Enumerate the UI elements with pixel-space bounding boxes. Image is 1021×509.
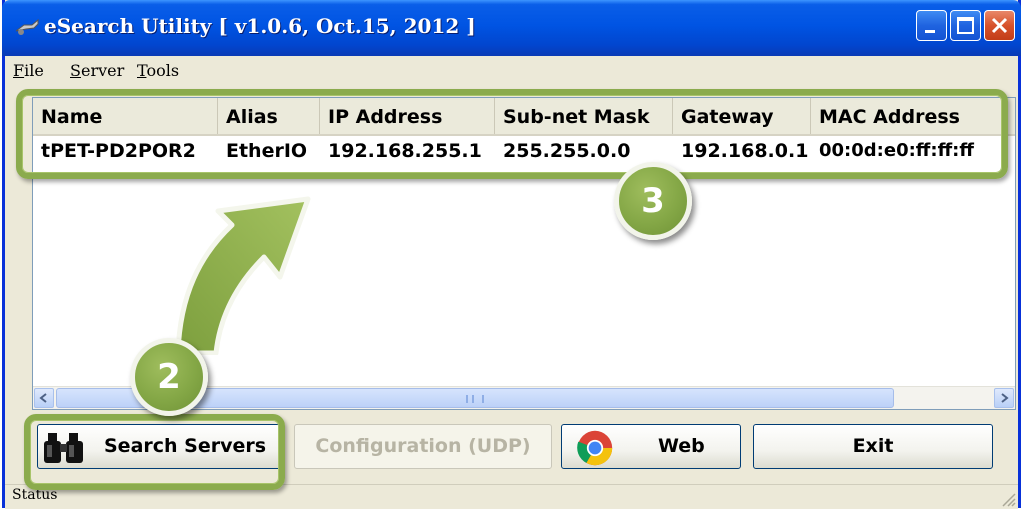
chrome-icon — [577, 430, 613, 466]
menu-server[interactable]: Server — [70, 61, 124, 80]
curved-arrow-icon — [175, 196, 311, 355]
web-button[interactable]: Web — [561, 424, 741, 469]
app-icon — [15, 18, 39, 35]
menu-file-accel: F — [13, 61, 25, 80]
scroll-grip — [466, 395, 484, 403]
scroll-right-button[interactable] — [994, 388, 1014, 408]
web-label: Web — [658, 435, 705, 457]
window-title: eSearch Utility [ v1.0.6, Oct.15, 2012 ] — [44, 14, 476, 38]
step-badge-3: 3 — [614, 162, 692, 240]
menu-file-label: ile — [24, 61, 44, 80]
scroll-left-button[interactable] — [34, 388, 54, 408]
resize-grip-icon[interactable] — [1000, 491, 1016, 507]
highlight-result-row — [16, 89, 1008, 179]
chevron-right-icon — [1001, 393, 1009, 403]
maximize-icon — [957, 17, 974, 34]
menu-tools-label: ools — [146, 61, 180, 80]
exit-button[interactable]: Exit — [753, 424, 993, 469]
menu-tools[interactable]: Tools — [137, 61, 179, 80]
title-bar[interactable]: eSearch Utility [ v1.0.6, Oct.15, 2012 ] — [2, 0, 1021, 56]
close-icon — [991, 17, 1008, 34]
configuration-udp-button[interactable]: Configuration (UDP) — [294, 424, 552, 469]
step-badge-2: 2 — [130, 338, 208, 416]
close-button[interactable] — [984, 10, 1015, 41]
menu-server-label: erver — [80, 61, 125, 80]
minimize-button[interactable] — [916, 10, 947, 41]
menu-server-accel: S — [70, 61, 81, 80]
minimize-icon — [925, 30, 935, 33]
highlight-search-button — [24, 414, 285, 490]
menu-file[interactable]: File — [13, 61, 44, 80]
chevron-left-icon — [39, 393, 47, 403]
menu-bar: File Server Tools — [5, 58, 1018, 84]
maximize-button[interactable] — [950, 10, 981, 41]
